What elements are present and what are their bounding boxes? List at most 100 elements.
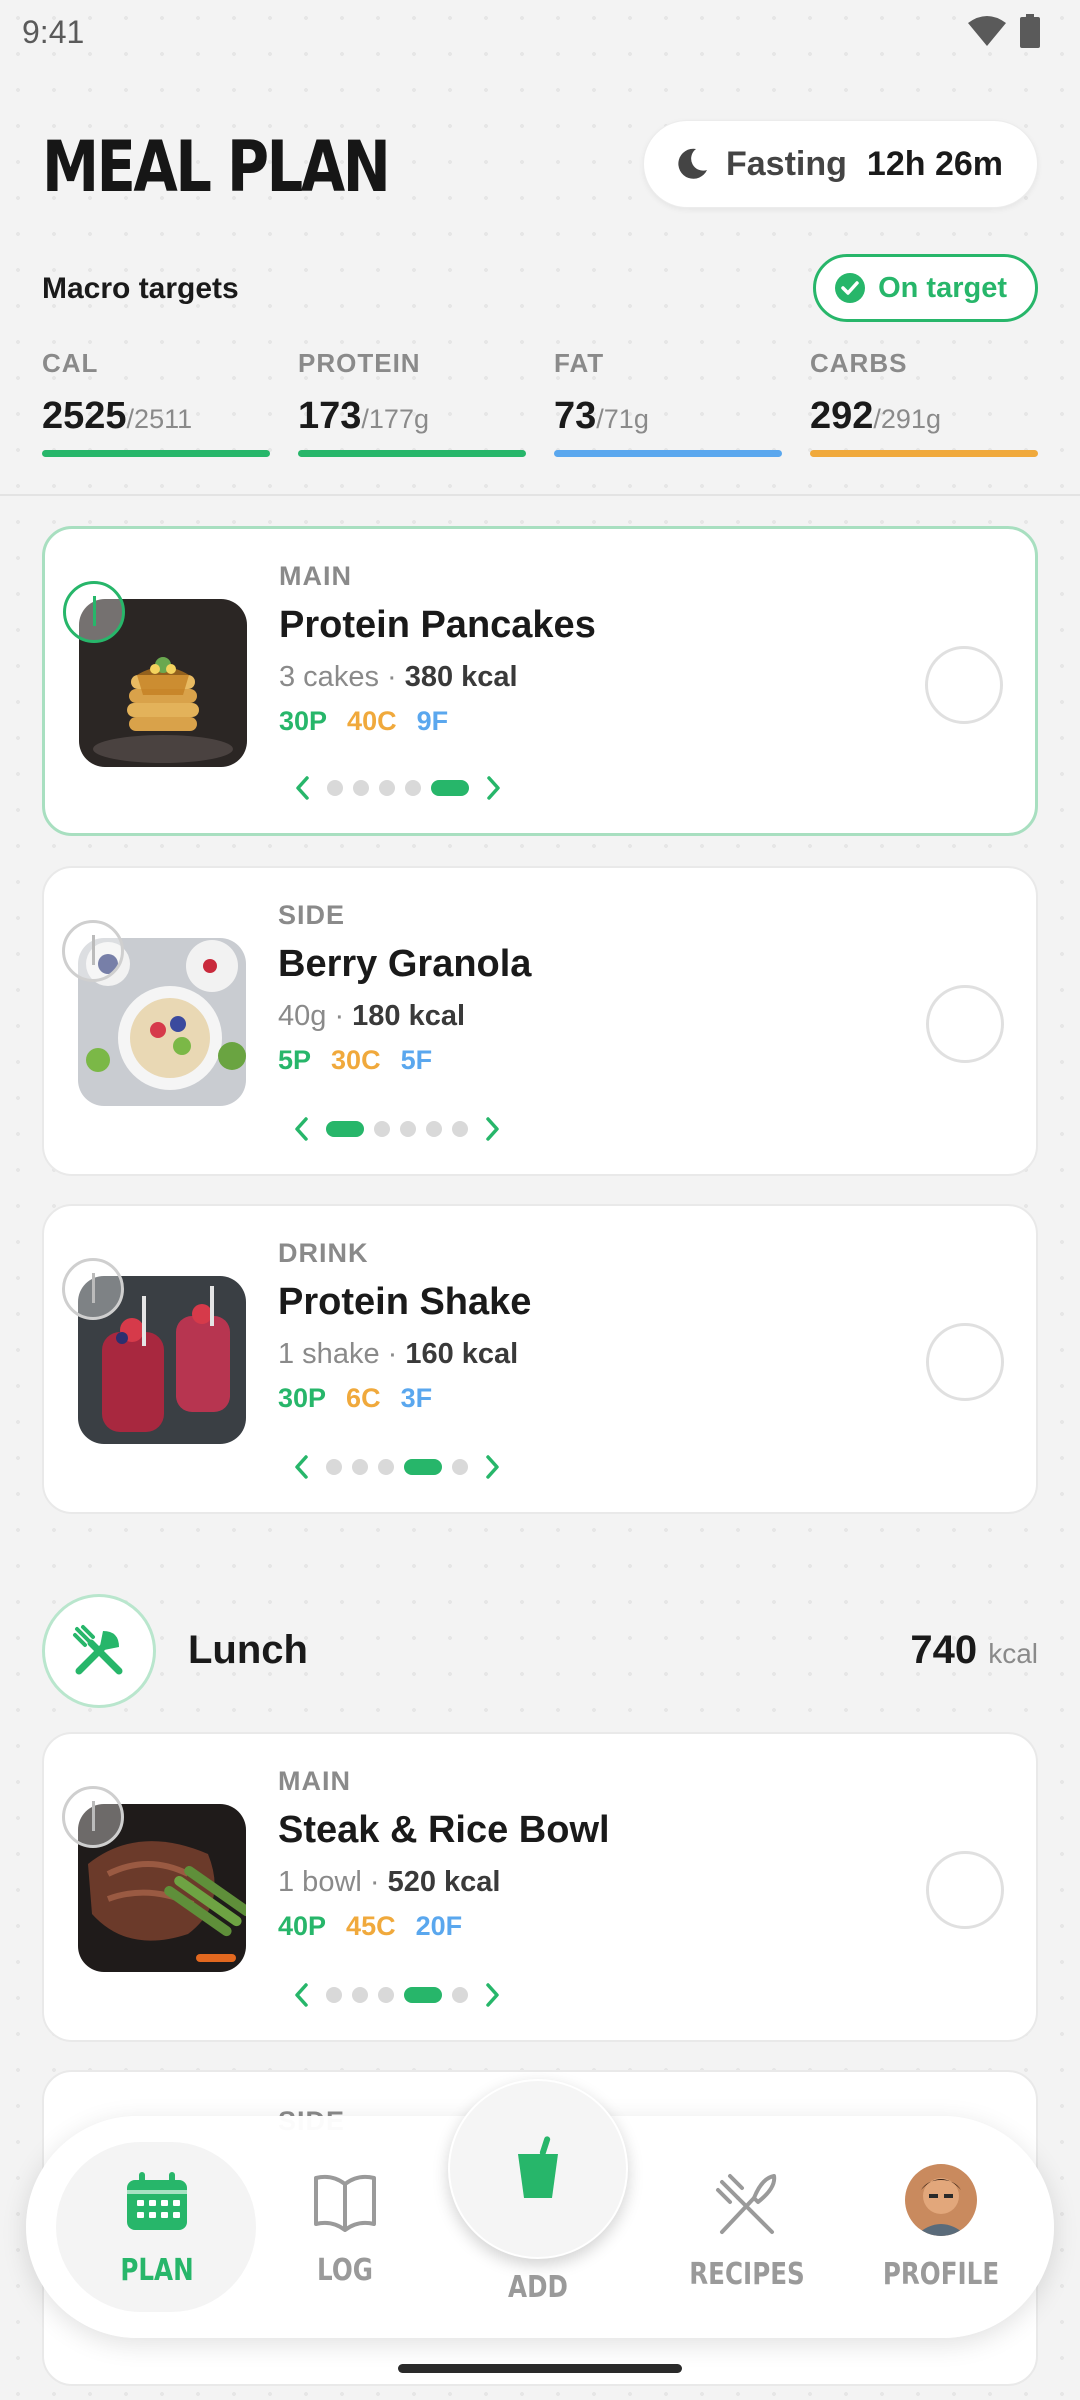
pager-dot[interactable] bbox=[378, 1459, 394, 1475]
avatar bbox=[905, 2164, 977, 2236]
status-icons bbox=[968, 14, 1040, 48]
chevron-right-icon[interactable] bbox=[478, 1452, 508, 1482]
meal-name: Protein Pancakes bbox=[279, 604, 596, 646]
pager-dot[interactable] bbox=[379, 780, 395, 796]
pager-dot[interactable] bbox=[400, 1121, 416, 1137]
fasting-timer-button[interactable]: Fasting 12h 26m bbox=[643, 120, 1038, 208]
macro-protein: PROTEIN 173/177g bbox=[298, 348, 526, 457]
macro-label: CARBS bbox=[810, 348, 908, 378]
swap-handle-icon[interactable] bbox=[62, 920, 124, 982]
pager-dot[interactable] bbox=[352, 1987, 368, 2003]
card-body: DRINK Protein Shake 1 shake · 160 kcal 3… bbox=[278, 1238, 531, 1414]
add-label: ADD bbox=[508, 2270, 568, 2305]
pager-dot[interactable] bbox=[452, 1121, 468, 1137]
chevron-right-icon[interactable] bbox=[478, 1114, 508, 1144]
nav-label: PLAN bbox=[120, 2253, 194, 2288]
nav-profile[interactable]: PROFILE bbox=[866, 2164, 1016, 2292]
pager bbox=[287, 773, 509, 803]
macro-target: /2511 bbox=[126, 404, 193, 434]
on-target-label: On target bbox=[878, 271, 1007, 304]
chevron-left-icon[interactable] bbox=[286, 1452, 316, 1482]
check-circle-icon bbox=[835, 273, 866, 303]
pager-dot-active[interactable] bbox=[326, 1121, 364, 1137]
section-title: Lunch bbox=[188, 1628, 308, 1672]
pager-dots bbox=[327, 780, 469, 796]
meal-macros: 30P 6C 3F bbox=[278, 1383, 531, 1414]
pager bbox=[286, 1980, 508, 2010]
nav-recipes[interactable]: RECIPES bbox=[672, 2172, 822, 2292]
meal-category: SIDE bbox=[278, 900, 346, 930]
chevron-right-icon[interactable] bbox=[478, 1980, 508, 2010]
pager-dot[interactable] bbox=[452, 1459, 468, 1475]
chevron-left-icon[interactable] bbox=[287, 773, 317, 803]
swap-handle-icon[interactable] bbox=[63, 581, 125, 643]
macro-bar bbox=[810, 450, 1038, 457]
chevron-right-icon[interactable] bbox=[479, 773, 509, 803]
home-indicator[interactable] bbox=[398, 2364, 682, 2373]
pager-dot[interactable] bbox=[327, 780, 343, 796]
macro-carbs: CARBS 292/291g bbox=[810, 348, 1038, 457]
pager-dot[interactable] bbox=[326, 1987, 342, 2003]
fat-value: 20F bbox=[415, 1911, 463, 1941]
meal-card[interactable]: SIDE Berry Granola 40g · 180 kcal 5P 30C… bbox=[42, 866, 1038, 1176]
mark-eaten-toggle[interactable] bbox=[926, 985, 1004, 1063]
carbs-value: 30C bbox=[331, 1045, 381, 1075]
swap-handle-icon[interactable] bbox=[62, 1786, 124, 1848]
pager-dot-active[interactable] bbox=[404, 1459, 442, 1475]
chevron-left-icon[interactable] bbox=[286, 1980, 316, 2010]
meal-kcal: 180 kcal bbox=[352, 1000, 466, 1032]
pager-dot[interactable] bbox=[352, 1459, 368, 1475]
macro-current: 2525 bbox=[42, 395, 127, 437]
meal-name: Protein Shake bbox=[278, 1281, 532, 1323]
macro-value: 292/291g bbox=[810, 395, 1038, 438]
pager-dot[interactable] bbox=[378, 1987, 394, 2003]
status-bar: 9:41 bbox=[0, 0, 1080, 64]
battery-icon bbox=[1020, 14, 1040, 48]
pager-dot[interactable] bbox=[353, 780, 369, 796]
macro-value: 2525/2511 bbox=[42, 395, 270, 438]
macro-current: 173 bbox=[298, 395, 362, 437]
pager-dot[interactable] bbox=[452, 1987, 468, 2003]
mark-eaten-toggle[interactable] bbox=[926, 1323, 1004, 1401]
carbs-value: 45C bbox=[346, 1911, 396, 1941]
divider bbox=[0, 494, 1080, 496]
protein-value: 5P bbox=[278, 1045, 312, 1075]
meal-card[interactable]: MAIN Steak & Rice Bowl 1 bowl · 520 kcal… bbox=[42, 1732, 1038, 2042]
portion-size: 40g bbox=[278, 1000, 327, 1032]
macro-target: /71g bbox=[596, 404, 649, 434]
nav-label: PROFILE bbox=[882, 2257, 1000, 2292]
nav-plan[interactable]: PLAN bbox=[82, 2172, 232, 2288]
pager-dot[interactable] bbox=[374, 1121, 390, 1137]
macro-title: Macro targets bbox=[42, 272, 239, 305]
meal-card[interactable]: DRINK Protein Shake 1 shake · 160 kcal 3… bbox=[42, 1204, 1038, 1514]
pager-dot-active[interactable] bbox=[431, 780, 469, 796]
fasting-label: Fasting bbox=[726, 144, 847, 183]
pager-dot[interactable] bbox=[405, 780, 421, 796]
header: MEAL PLAN Fasting 12h 26m bbox=[42, 120, 1038, 210]
swap-handle-icon[interactable] bbox=[62, 1258, 124, 1320]
protein-value: 40P bbox=[278, 1911, 327, 1941]
meal-category: DRINK bbox=[278, 1238, 369, 1268]
mark-eaten-toggle[interactable] bbox=[926, 1851, 1004, 1929]
meal-category: MAIN bbox=[278, 1766, 351, 1796]
macro-bar bbox=[298, 450, 526, 457]
pager-dots bbox=[326, 1987, 468, 2003]
add-button[interactable] bbox=[448, 2079, 628, 2259]
pager-dot-active[interactable] bbox=[404, 1987, 442, 2003]
meal-card[interactable]: MAIN Protein Pancakes 3 cakes · 380 kcal… bbox=[42, 526, 1038, 836]
protein-value: 30P bbox=[278, 1383, 327, 1413]
pager-dots bbox=[326, 1459, 468, 1475]
macro-bar bbox=[554, 450, 782, 457]
mark-eaten-toggle[interactable] bbox=[925, 646, 1003, 724]
nav-log[interactable]: LOG bbox=[270, 2172, 420, 2288]
macro-label: CAL bbox=[42, 348, 99, 378]
wifi-icon bbox=[968, 16, 1006, 46]
macro-value: 173/177g bbox=[298, 395, 526, 438]
macro-target: /291g bbox=[873, 404, 941, 434]
utensils-icon bbox=[716, 2174, 777, 2234]
chevron-left-icon[interactable] bbox=[286, 1114, 316, 1144]
fork-knife-icon bbox=[42, 1594, 156, 1708]
pager-dot[interactable] bbox=[426, 1121, 442, 1137]
pager-dot[interactable] bbox=[326, 1459, 342, 1475]
portion-size: 3 cakes bbox=[279, 661, 379, 693]
